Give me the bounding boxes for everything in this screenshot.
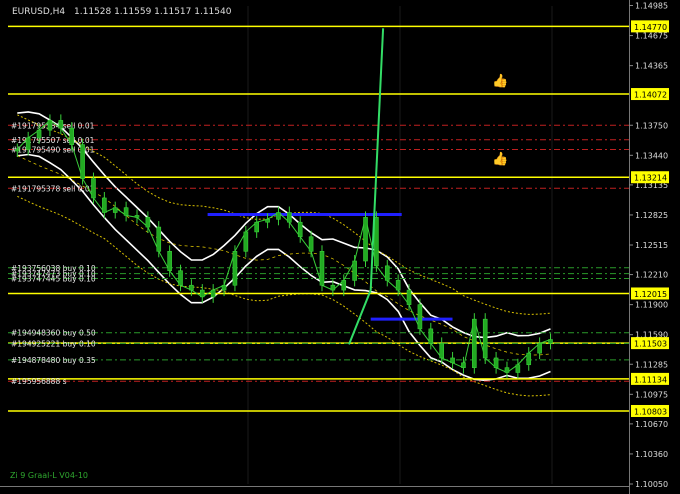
candle-body [352, 260, 357, 281]
level-tag-label: 1.14072 [634, 91, 667, 100]
level-tag-label: 1.11503 [634, 340, 667, 349]
ohlc-header: 1.11528 1.11559 1.11517 1.11540 [74, 7, 232, 17]
candle-body [374, 217, 379, 267]
candle-body [47, 120, 53, 131]
thumbs-up-icon: 👍 [492, 151, 508, 167]
axis-tick-label: 1.13440 [635, 151, 668, 160]
axis-tick-label: 1.14985 [635, 2, 668, 11]
axis-tick-label: 1.11900 [635, 301, 668, 310]
candle-body [428, 328, 434, 344]
level-tag-label: 1.12015 [634, 290, 667, 299]
candle-body [243, 231, 249, 252]
order-label: #193747445 buy 0.10 [11, 274, 96, 283]
chart-background [0, 0, 680, 494]
price-scale-divider [629, 0, 630, 494]
candle-body [439, 343, 444, 359]
order-label: #194878480 buy 0.35 [11, 356, 96, 365]
order-label: #191795378 sell 0.01 [11, 184, 95, 193]
candle-body [167, 251, 172, 271]
indicator-label: Zi 9 Graal-L V04-10 [10, 471, 88, 480]
axis-tick-label: 1.10360 [635, 450, 668, 459]
axis-tick-label: 1.14675 [635, 32, 668, 41]
candle-body [189, 284, 194, 291]
candle-body [461, 362, 466, 368]
candle-body [91, 178, 96, 199]
candle-body [319, 251, 325, 286]
axis-tick-label: 1.12825 [635, 211, 668, 220]
candle-body [395, 280, 401, 291]
bottom-border [0, 486, 629, 487]
axis-tick-label: 1.11285 [635, 360, 668, 369]
level-tag-label: 1.14770 [634, 23, 667, 32]
level-tag-label: 1.13214 [634, 174, 667, 183]
candle-body [69, 127, 75, 145]
candle-body [297, 221, 303, 238]
candle-body [232, 251, 238, 286]
symbol-header: EURUSD,H4 [12, 7, 65, 17]
candle-body [102, 197, 107, 213]
candle-body [36, 129, 42, 139]
axis-tick-label: 1.10975 [635, 390, 668, 399]
candle-body [526, 352, 532, 366]
axis-tick-label: 1.10670 [635, 420, 668, 429]
candle-body [504, 367, 510, 373]
candle-body [134, 215, 140, 218]
candle-body [210, 289, 216, 298]
candle-body [493, 357, 499, 368]
axis-tick-label: 1.10050 [635, 480, 668, 489]
axis-tick-label: 1.14365 [635, 62, 668, 71]
candle-body [221, 284, 227, 291]
candle-body [58, 120, 64, 129]
candle-body [330, 284, 336, 291]
candle-body [265, 219, 270, 223]
candle-body [25, 137, 31, 150]
thumbs-up-icon: 👍 [492, 73, 508, 89]
candle-body [472, 318, 477, 368]
order-label: #194925221 buy 0.10 [11, 339, 96, 348]
candle-body [515, 364, 521, 373]
candle-body [363, 217, 368, 262]
candle-body [123, 207, 129, 216]
candle-body [276, 212, 281, 220]
candle-body [482, 318, 488, 359]
order-label: #194948360 buy 0.50 [11, 329, 96, 338]
candle-body [254, 221, 259, 233]
candle-body [156, 226, 162, 252]
axis-tick-label: 1.12210 [635, 271, 668, 280]
candle-body [287, 212, 292, 223]
axis-tick-label: 1.13750 [635, 121, 668, 130]
candle-body [384, 265, 390, 281]
candle-body [15, 149, 20, 152]
level-tag-label: 1.11134 [634, 375, 667, 384]
candle-body [80, 144, 85, 179]
candle-body [450, 357, 455, 364]
axis-tick-label: 1.12515 [635, 241, 668, 250]
candle-body [417, 304, 423, 330]
level-tag-label: 1.10803 [634, 407, 667, 416]
candle-body [308, 236, 314, 252]
candle-body [178, 270, 183, 286]
candle-body [537, 343, 542, 354]
candle-body [145, 217, 151, 228]
price-chart: #191795584 sell 0.01#191795507 sell 0.01… [0, 0, 680, 494]
candle-body [548, 339, 553, 344]
candle-body [199, 289, 205, 298]
candle-body [341, 280, 347, 291]
order-label: #195956888 s [11, 377, 67, 386]
candle-body [406, 289, 412, 305]
candle-body [112, 207, 118, 213]
